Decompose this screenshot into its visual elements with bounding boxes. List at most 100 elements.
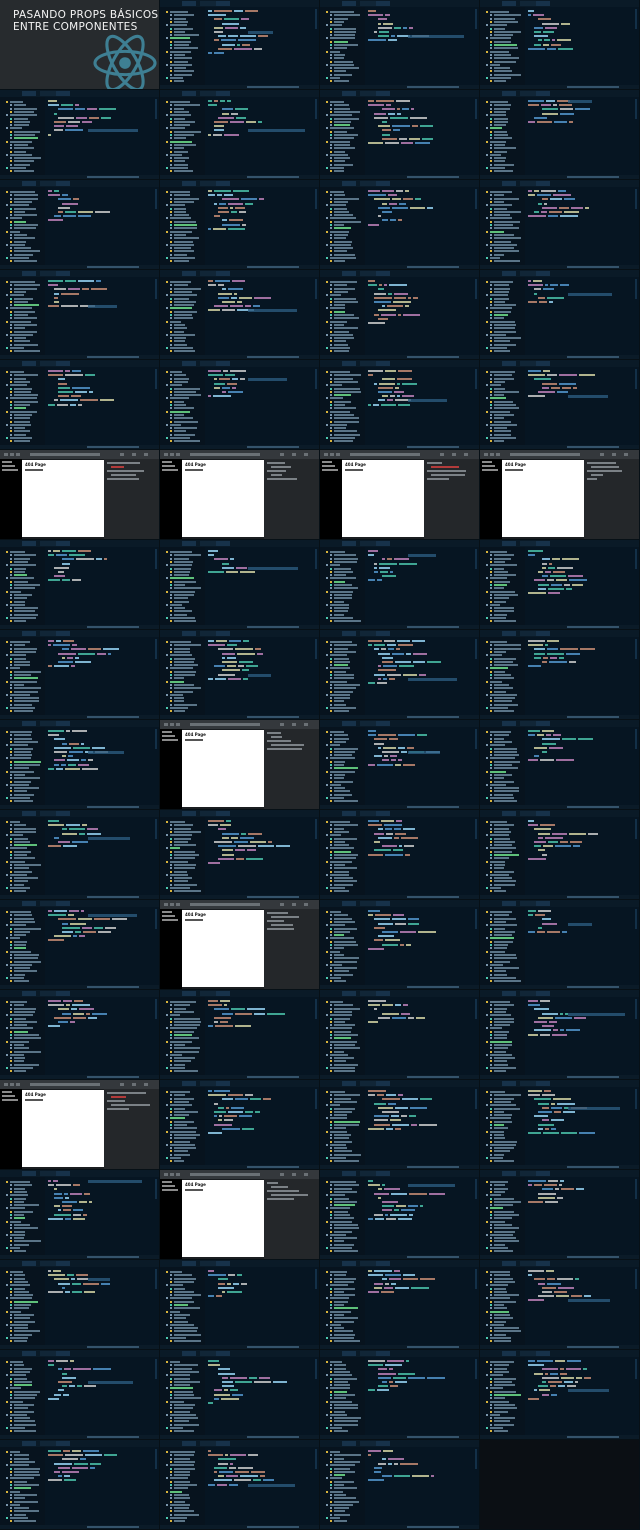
file-icon bbox=[10, 417, 12, 420]
code-token bbox=[48, 133, 51, 136]
code-token bbox=[263, 1098, 271, 1101]
folder-icon bbox=[330, 650, 332, 653]
folder-icon bbox=[490, 210, 492, 213]
file-name bbox=[174, 1304, 188, 1306]
code-token bbox=[71, 1008, 77, 1011]
code-token bbox=[378, 1385, 388, 1388]
editor-screenshot bbox=[320, 990, 480, 1080]
status-text bbox=[407, 716, 459, 718]
code-token bbox=[538, 832, 550, 835]
code-token bbox=[68, 914, 74, 917]
file-icon bbox=[330, 404, 332, 406]
code-token bbox=[230, 1376, 247, 1379]
file-name bbox=[174, 194, 190, 197]
status-bar bbox=[480, 895, 639, 899]
file-icon bbox=[490, 253, 492, 256]
file-name bbox=[14, 220, 26, 223]
status-bar bbox=[0, 625, 159, 629]
file-name bbox=[490, 1027, 502, 1030]
file-name bbox=[334, 1307, 358, 1310]
code-token bbox=[382, 1111, 399, 1113]
code-token bbox=[552, 558, 560, 561]
folder-icon bbox=[10, 610, 12, 613]
file-icon bbox=[170, 1457, 172, 1460]
file-name bbox=[10, 1451, 20, 1453]
code-token bbox=[54, 215, 61, 218]
editor-screenshot bbox=[320, 540, 480, 630]
file-name bbox=[14, 1237, 24, 1240]
file-icon bbox=[486, 757, 488, 760]
folder-icon bbox=[166, 1271, 168, 1273]
code-token bbox=[398, 313, 401, 316]
file-name bbox=[334, 390, 361, 393]
file-icon bbox=[170, 574, 172, 577]
code-token bbox=[410, 116, 427, 119]
status-bar bbox=[320, 265, 479, 269]
file-name bbox=[10, 1233, 25, 1236]
file-name bbox=[174, 554, 201, 557]
code-token bbox=[56, 767, 63, 770]
editor-tab bbox=[502, 1171, 516, 1176]
file-name bbox=[334, 1467, 350, 1470]
code-token bbox=[537, 121, 552, 123]
status-text bbox=[407, 176, 459, 178]
file-icon bbox=[10, 917, 12, 920]
folder-icon bbox=[170, 1380, 172, 1383]
file-name bbox=[14, 1227, 38, 1230]
editor-tab bbox=[502, 181, 516, 186]
file-name bbox=[10, 397, 37, 400]
folder-icon bbox=[326, 1361, 328, 1363]
file-name bbox=[170, 101, 190, 103]
file-name bbox=[490, 757, 515, 760]
file-name bbox=[174, 337, 186, 340]
toolbar-button bbox=[324, 453, 328, 456]
file-icon bbox=[166, 1117, 168, 1120]
code-token bbox=[229, 640, 241, 642]
file-name bbox=[14, 413, 32, 416]
code-token bbox=[382, 656, 393, 659]
file-name bbox=[334, 240, 352, 243]
code-token bbox=[240, 378, 245, 381]
file-name bbox=[330, 654, 347, 657]
code-token bbox=[409, 1115, 416, 1118]
file-name bbox=[334, 1190, 357, 1193]
file-icon bbox=[490, 1377, 492, 1380]
file-icon bbox=[10, 433, 12, 436]
status-bar bbox=[480, 85, 639, 89]
file-name bbox=[330, 1220, 352, 1223]
file-name bbox=[330, 167, 344, 169]
file-name bbox=[170, 437, 190, 439]
file-name bbox=[490, 77, 511, 79]
file-icon bbox=[326, 1247, 328, 1249]
code-token bbox=[534, 378, 551, 381]
folder-icon bbox=[10, 1470, 12, 1473]
file-name bbox=[10, 1014, 33, 1017]
editor-screenshot bbox=[0, 1350, 160, 1440]
file-icon bbox=[490, 417, 492, 420]
code-token bbox=[375, 914, 391, 917]
file-name bbox=[494, 53, 511, 56]
file-name bbox=[174, 1150, 188, 1153]
folder-icon bbox=[490, 560, 492, 563]
editor-tab-bar bbox=[0, 180, 159, 187]
code-area bbox=[528, 1000, 633, 1073]
code-token bbox=[81, 759, 86, 762]
folder-icon bbox=[10, 220, 12, 223]
file-name bbox=[10, 977, 24, 979]
file-name bbox=[494, 914, 509, 917]
code-token bbox=[368, 104, 384, 107]
file-name bbox=[10, 191, 35, 193]
file-icon bbox=[10, 297, 12, 300]
file-name bbox=[334, 40, 348, 43]
code-token bbox=[533, 280, 542, 282]
code-token bbox=[427, 206, 433, 209]
code-token bbox=[395, 1286, 409, 1289]
file-name bbox=[174, 1107, 185, 1110]
file-name bbox=[494, 427, 507, 430]
file-name bbox=[14, 740, 38, 743]
status-bar bbox=[320, 715, 479, 719]
file-icon bbox=[330, 343, 332, 346]
editor-tab bbox=[502, 991, 516, 996]
code-token bbox=[394, 1475, 410, 1478]
code-token bbox=[246, 857, 263, 860]
